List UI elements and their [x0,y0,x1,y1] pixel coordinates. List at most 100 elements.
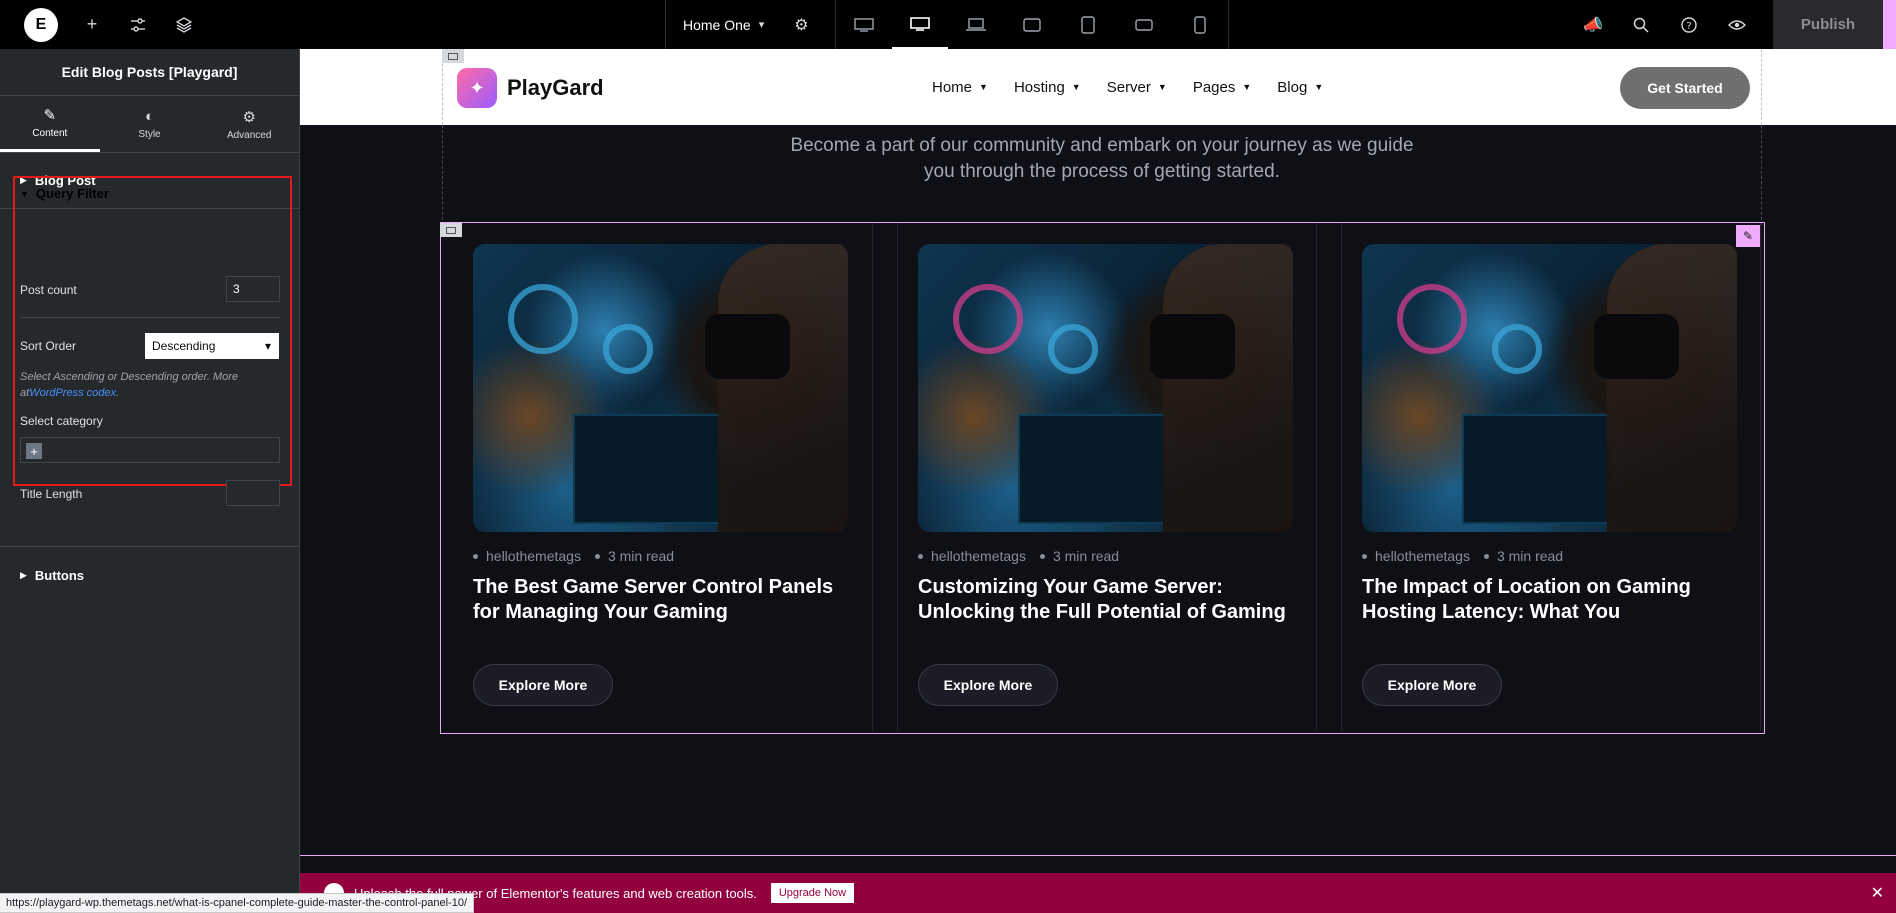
nav-item-server[interactable]: Server ▼ [1107,79,1167,96]
post-count-input[interactable]: 3 [226,276,280,302]
nav-item-hosting[interactable]: Hosting ▼ [1014,79,1081,96]
publish-button[interactable]: Publish [1773,0,1883,49]
post-author: hellothemetags [486,548,581,564]
gear-icon: ⚙ [242,108,256,126]
title-length-input[interactable] [226,480,280,506]
editor-topbar: E + Home One ▾ ⚙ 📣 ? Publish [0,0,1896,49]
chevron-down-icon: ▾ [758,19,765,31]
panel-tabs: ✎ Content ◐ Style ⚙ Advanced [0,96,299,153]
site-header: ✦ PlayGard Home ▼ Hosting ▼ Server ▼ Pages ▼… [300,49,1896,125]
post-read-time: 3 min read [607,548,675,564]
post-meta: hellothemetags 3 min read [918,548,1119,564]
search-icon[interactable] [1617,0,1665,49]
blog-card: hellothemetags 3 min read The Best Game S… [453,223,873,731]
wordpress-codex-link[interactable]: WordPress codex [29,387,116,399]
post-title[interactable]: The Impact of Location on Gaming Hosting… [1362,575,1742,625]
publish-options-toggle[interactable] [1883,0,1896,49]
close-icon[interactable]: ✕ [1871,883,1884,903]
title-length-label: Title Length [20,487,83,501]
nav-label: Hosting [1013,78,1065,96]
site-logo[interactable]: ✦ PlayGard [457,68,604,108]
nav-label: Blog [1277,78,1308,96]
mobile-landscape-device-icon[interactable] [1116,0,1172,49]
playgard-logo-icon: ✦ [457,68,497,108]
post-thumbnail[interactable] [1362,244,1737,532]
section-query-filter[interactable]: ▼ Query Filter [20,186,109,201]
add-element-icon[interactable]: + [80,13,104,37]
tab-content[interactable]: ✎ Content [0,96,100,152]
page-selector[interactable]: Home One ▾ ⚙ [665,0,809,49]
post-count-label: Post count [20,283,77,297]
category-select2-field[interactable]: + [20,437,280,463]
tab-content-label: Content [32,128,68,139]
tablet-device-icon[interactable] [1060,0,1116,49]
post-thumbnail[interactable] [473,244,848,532]
blog-cards: hellothemetags 3 min read The Best Game S… [453,223,1785,731]
section-buttons[interactable]: ▶ Buttons [0,547,300,603]
blog-posts-widget[interactable]: ✎ hellothemetags 3 min read The Best Game… [440,222,1765,734]
post-author: hellothemetags [931,548,1026,564]
nav-label: Server [1106,78,1151,96]
laptop-device-icon[interactable] [948,0,1004,49]
preview-canvas: ✦ PlayGard Home ▼ Hosting ▼ Server ▼ Pages ▼… [300,49,1896,913]
post-meta: hellothemetags 3 min read [473,548,674,564]
caret-down-icon: ▼ [20,188,29,199]
section-query-filter-label: Query Filter [35,186,109,201]
chevron-down-icon: ▼ [1157,82,1167,92]
nav-item-pages[interactable]: Pages ▼ [1193,79,1251,96]
explore-more-button[interactable]: Explore More [918,664,1058,706]
sort-order-help: Select Ascending or Descending order. Mo… [20,369,250,401]
post-author: hellothemetags [1375,548,1470,564]
preview-eye-icon[interactable] [1713,0,1761,49]
get-started-button[interactable]: Get Started [1620,67,1750,109]
section-handle-icon[interactable] [440,223,462,237]
caret-right-icon: ▶ [20,569,27,580]
intro-line: Become a part of our community and embar… [790,135,1414,156]
post-title[interactable]: Customizing Your Game Server: Unlocking … [918,575,1298,625]
post-read-time: 3 min read [1052,548,1120,564]
canvas-bottom-edge [300,855,1896,856]
post-thumbnail[interactable] [918,244,1293,532]
chevron-down-icon: ▼ [1242,82,1252,92]
post-title[interactable]: The Best Game Server Control Panels for … [473,575,853,625]
post-meta: hellothemetags 3 min read [1362,548,1563,564]
main-navigation: Home ▼ Hosting ▼ Server ▼ Pages ▼ Blog ▼ [932,49,1349,125]
tablet-wide-device-icon[interactable] [1004,0,1060,49]
upgrade-now-button[interactable]: Upgrade Now [770,883,855,903]
nav-label: Pages [1192,78,1236,96]
help-text-tail: . [116,387,120,399]
explore-more-button[interactable]: Explore More [1362,664,1502,706]
nav-item-blog[interactable]: Blog ▼ [1277,79,1323,96]
intro-line: you through the process of getting start… [924,161,1280,182]
page-settings-gear-icon[interactable]: ⚙ [794,15,808,35]
site-settings-icon[interactable] [126,13,150,37]
browser-status-url: https://playgard-wp.themetags.net/what-i… [0,893,475,913]
container-handle-icon[interactable] [442,49,464,63]
divider [20,317,280,318]
half-circle-icon: ◐ [144,108,155,125]
explore-more-button[interactable]: Explore More [473,664,613,706]
mobile-device-icon[interactable] [1172,0,1228,49]
tab-style[interactable]: ◐ Style [100,96,200,152]
nav-item-home[interactable]: Home ▼ [932,79,988,96]
tablet-landscape-device-icon[interactable] [892,0,948,49]
section-buttons-label: Buttons [34,567,85,583]
tab-style-label: Style [138,129,161,140]
page-name: Home One [683,16,751,33]
sort-order-select[interactable]: Descending ▾ [145,333,279,359]
help-icon[interactable]: ? [1665,0,1713,49]
desktop-device-icon[interactable] [836,0,892,49]
sort-order-label: Sort Order [20,339,77,353]
tab-advanced-label: Advanced [226,129,272,141]
panel-title: Edit Blog Posts [Playgard] [0,49,299,96]
responsive-device-switcher [835,0,1229,49]
tab-advanced[interactable]: ⚙ Advanced [199,96,299,152]
post-read-time: 3 min read [1496,548,1564,564]
blog-card: hellothemetags 3 min read The Impact of L… [1341,223,1761,731]
chevron-down-icon: ▼ [1071,82,1081,92]
whats-new-megaphone-icon[interactable]: 📣 [1569,0,1617,49]
structure-layers-icon[interactable] [172,13,196,37]
elementor-logo-icon[interactable]: E [24,7,58,42]
chevron-down-icon: ▼ [979,82,988,92]
add-category-plus-icon[interactable]: + [26,443,42,459]
